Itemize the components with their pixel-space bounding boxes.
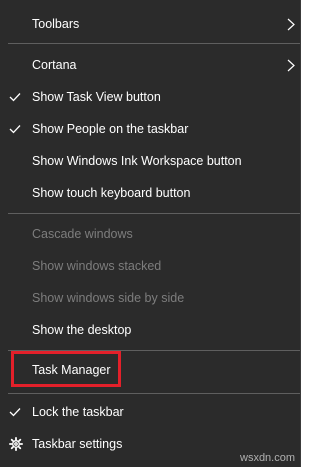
checkmark-icon bbox=[9, 408, 21, 417]
menu-item-show-task-view-button[interactable]: Show Task View button bbox=[0, 82, 301, 112]
chevron-right-icon bbox=[287, 59, 295, 72]
chevron-right-icon bbox=[287, 18, 295, 31]
menu-item-label: Show windows side by side bbox=[32, 291, 185, 305]
menu-item-label: Cortana bbox=[32, 58, 77, 72]
menu-item-label: Show Task View button bbox=[32, 90, 161, 104]
menu-item-lock-the-taskbar[interactable]: Lock the taskbar bbox=[0, 397, 301, 427]
menu-separator bbox=[8, 393, 300, 394]
menu-item-show-windows-side-by-side: Show windows side by side bbox=[0, 283, 301, 313]
menu-separator bbox=[8, 213, 300, 214]
task-manager-highlight-box bbox=[11, 351, 121, 387]
menu-item-label: Lock the taskbar bbox=[32, 405, 124, 419]
menu-item-label: Show Windows Ink Workspace button bbox=[32, 154, 242, 168]
menu-item-label: Show the desktop bbox=[32, 323, 132, 337]
menu-item-label: Show windows stacked bbox=[32, 259, 162, 273]
menu-item-toolbars[interactable]: Toolbars bbox=[0, 9, 301, 39]
checkmark-icon bbox=[9, 125, 21, 134]
menu-item-show-the-desktop[interactable]: Show the desktop bbox=[0, 315, 301, 345]
menu-item-cascade-windows: Cascade windows bbox=[0, 219, 301, 249]
menu-item-cortana[interactable]: Cortana bbox=[0, 50, 301, 80]
gear-icon bbox=[9, 437, 23, 451]
menu-separator bbox=[8, 43, 300, 44]
menu-item-label: Show People on the taskbar bbox=[32, 122, 189, 136]
checkmark-icon bbox=[9, 93, 21, 102]
menu-item-show-people-on-taskbar[interactable]: Show People on the taskbar bbox=[0, 114, 301, 144]
menu-item-show-windows-ink-workspace-button[interactable]: Show Windows Ink Workspace button bbox=[0, 146, 301, 176]
menu-item-label: Taskbar settings bbox=[32, 437, 123, 451]
menu-item-show-touch-keyboard-button[interactable]: Show touch keyboard button bbox=[0, 178, 301, 208]
menu-item-label: Cascade windows bbox=[32, 227, 133, 241]
menu-item-label: Show touch keyboard button bbox=[32, 186, 191, 200]
taskbar-context-menu: Toolbars Cortana Show Task View button S… bbox=[0, 0, 301, 467]
watermark-text: wsxdn.com bbox=[240, 452, 296, 464]
menu-item-show-windows-stacked: Show windows stacked bbox=[0, 251, 301, 281]
menu-item-label: Toolbars bbox=[32, 17, 80, 31]
